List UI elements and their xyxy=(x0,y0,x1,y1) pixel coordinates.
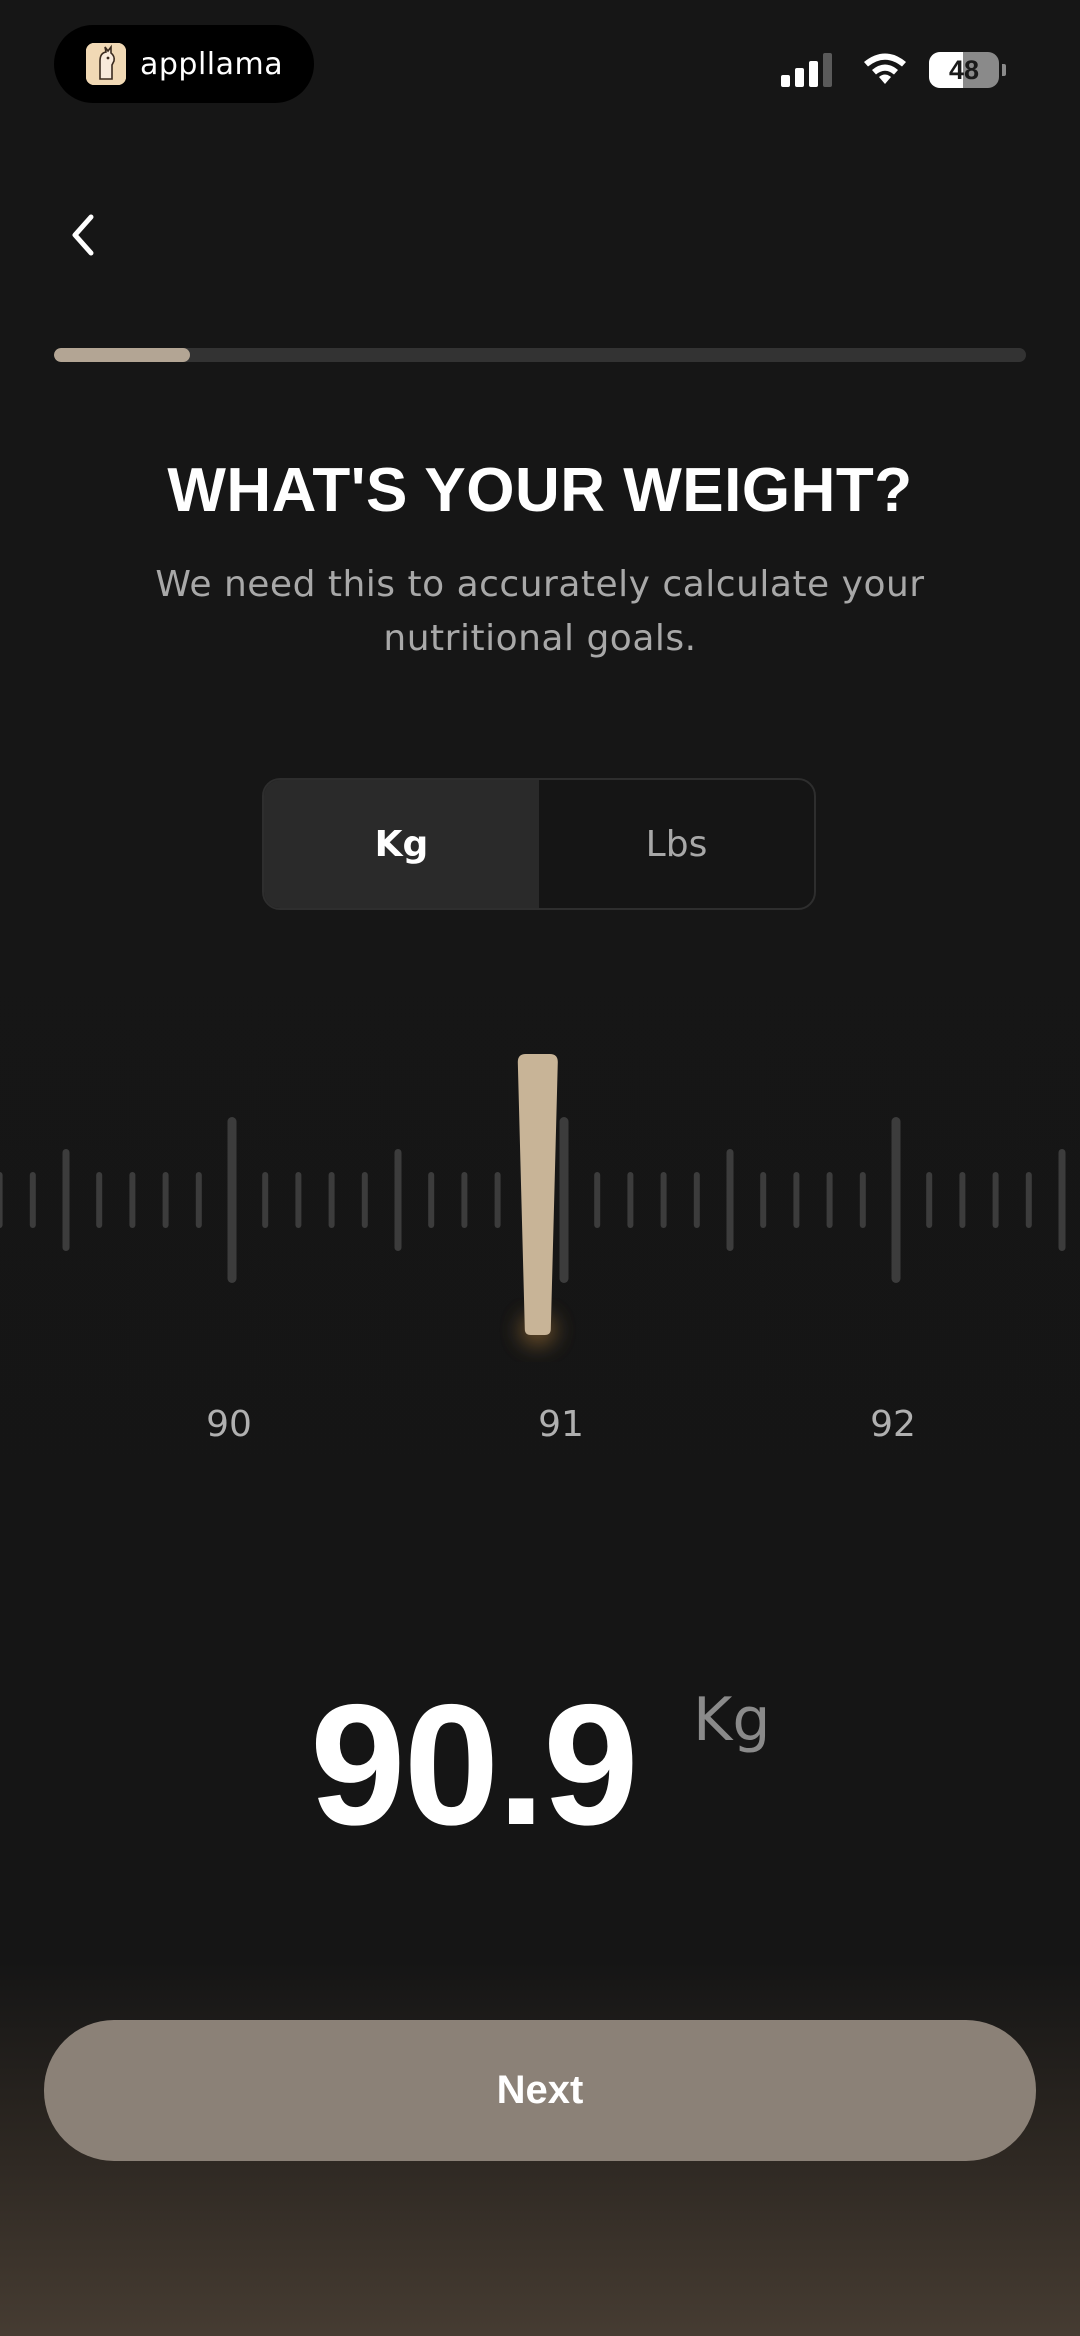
weight-screen: appllama 48 WHAT'S YOUR WEIGHT? We need … xyxy=(0,0,1080,2336)
page-subtitle: We need this to accurately calculate you… xyxy=(155,564,925,659)
battery-nub xyxy=(1002,64,1006,76)
ruler-tick xyxy=(227,1117,237,1283)
llama-icon xyxy=(86,43,126,85)
ruler-tick xyxy=(29,1172,36,1228)
page-title: WHAT'S YOUR WEIGHT? xyxy=(167,456,913,525)
ruler-tick xyxy=(693,1172,700,1228)
ruler-tick xyxy=(992,1172,999,1228)
ruler-tick xyxy=(361,1172,368,1228)
signal-icon xyxy=(781,53,837,87)
next-button[interactable]: Next xyxy=(44,2020,1036,2161)
ruler-tick xyxy=(295,1172,302,1228)
ruler-tick-label: 91 xyxy=(538,1404,584,1445)
app-name: appllama xyxy=(140,46,284,82)
weight-ruler-scale[interactable]: 90 91 92 xyxy=(0,1040,1080,1480)
ruler-tick xyxy=(0,1172,3,1228)
weight-ruler[interactable]: 90 91 92 xyxy=(0,1040,1080,1480)
back-button[interactable] xyxy=(54,205,114,265)
ruler-tick xyxy=(891,1117,901,1283)
status-indicators: 48 xyxy=(781,50,1006,90)
ruler-tick xyxy=(328,1172,335,1228)
ruler-tick xyxy=(959,1172,966,1228)
ruler-selected-indicator[interactable] xyxy=(517,1054,558,1335)
wifi-icon xyxy=(861,50,909,90)
battery-icon: 48 xyxy=(929,52,999,88)
progress-fill xyxy=(54,348,191,362)
ruler-tick xyxy=(461,1172,468,1228)
ruler-tick xyxy=(726,1149,734,1251)
ruler-tick xyxy=(262,1172,269,1228)
ruler-tick xyxy=(428,1172,435,1228)
unit-toggle: Kg Lbs xyxy=(262,778,816,910)
unit-option-kg[interactable]: Kg xyxy=(264,780,539,908)
unit-option-lbs[interactable]: Lbs xyxy=(539,780,814,908)
battery-percent: 48 xyxy=(948,55,980,85)
ruler-tick xyxy=(826,1172,833,1228)
ruler-tick xyxy=(559,1117,569,1283)
ruler-tick-label: 90 xyxy=(206,1404,252,1445)
ruler-tick xyxy=(162,1172,169,1228)
ruler-tick xyxy=(760,1172,767,1228)
weight-unit: Kg xyxy=(693,1685,771,1755)
ruler-tick xyxy=(96,1172,103,1228)
ruler-tick xyxy=(594,1172,601,1228)
app-switch-pill[interactable]: appllama xyxy=(54,25,314,103)
weight-value: 90.9 xyxy=(310,1669,639,1861)
ruler-tick xyxy=(195,1172,202,1228)
ruler-tick xyxy=(926,1172,933,1228)
ruler-tick xyxy=(129,1172,136,1228)
chevron-left-icon xyxy=(72,214,94,256)
ruler-tick xyxy=(1058,1149,1066,1251)
ruler-tick xyxy=(394,1149,402,1251)
ruler-tick xyxy=(793,1172,800,1228)
onboarding-progress xyxy=(54,348,1026,362)
weight-readout: 90.9 Kg xyxy=(0,1665,1080,1865)
ruler-tick xyxy=(62,1149,70,1251)
ruler-tick xyxy=(1025,1172,1032,1228)
ruler-tick xyxy=(660,1172,667,1228)
ruler-tick-label: 92 xyxy=(870,1404,916,1445)
ruler-tick xyxy=(627,1172,634,1228)
ruler-tick xyxy=(494,1172,501,1228)
ruler-tick xyxy=(859,1172,866,1228)
